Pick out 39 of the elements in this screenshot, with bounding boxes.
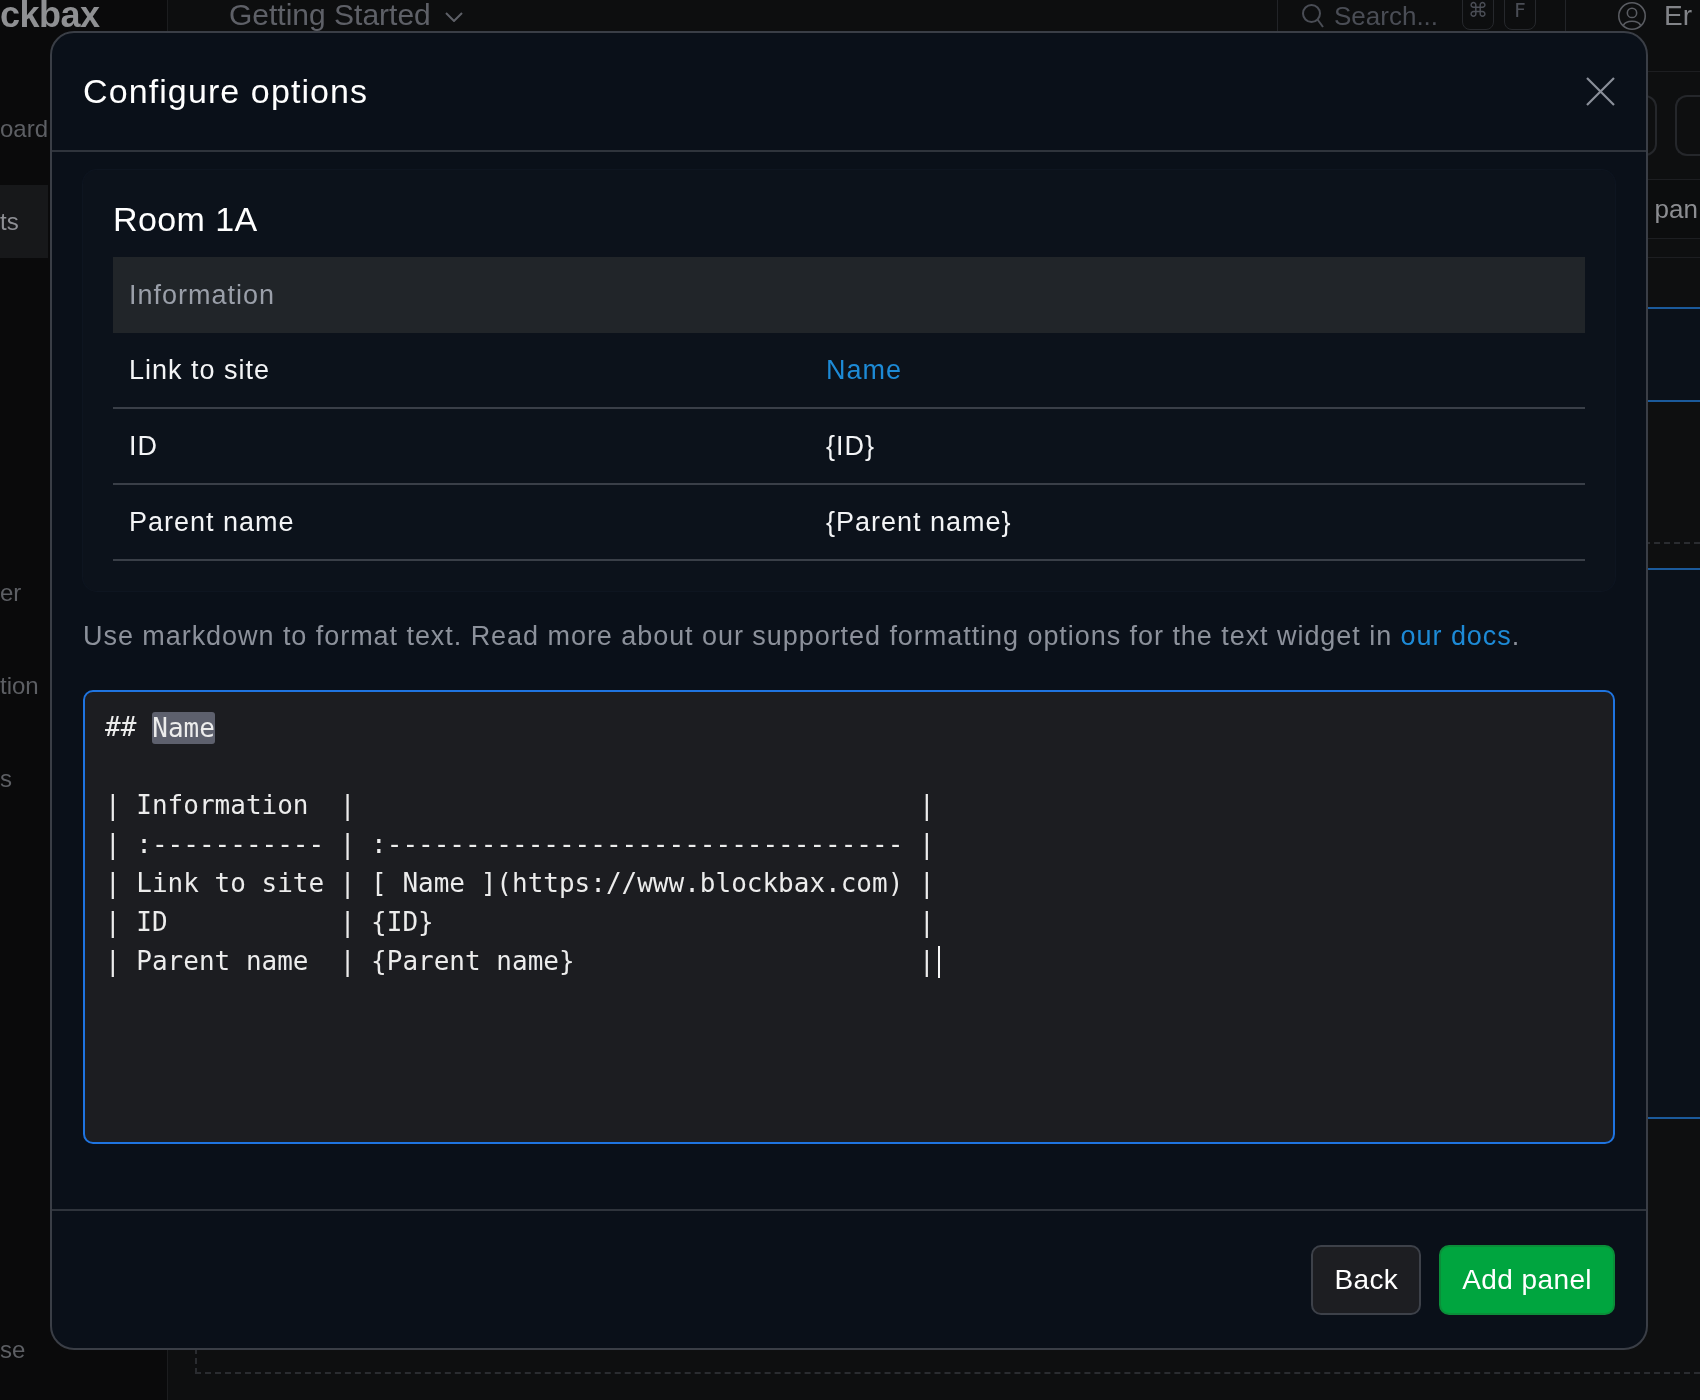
sidebar-item[interactable]: tion [0, 649, 48, 722]
app-logo[interactable]: ckbax [0, 0, 100, 30]
tab-label[interactable]: pan [1654, 193, 1698, 225]
close-icon [1586, 77, 1615, 106]
table-cell: {ID} [826, 430, 876, 462]
selected-text: Name [152, 711, 215, 744]
editor-line: | Parent name | {Parent name} | [105, 945, 935, 979]
editor-line: | ID | {ID} | [105, 906, 935, 940]
site-link[interactable]: Name [826, 354, 903, 386]
chevron-down-icon[interactable] [444, 12, 463, 22]
markdown-editor[interactable]: ## Name | Information | | | :----------- | :--------------------------------- | | Link to site | [ Name ](https://www.blockbax.com) | | ID | {ID} | | Parent name | {Parent name} | [83, 690, 1615, 1144]
table-cell: Link to site [129, 354, 271, 386]
table-cell: {Parent name} [826, 506, 1012, 538]
add-panel-button[interactable]: Add panel [1439, 1244, 1615, 1315]
sidebar-item[interactable]: se [0, 1313, 48, 1386]
user-avatar-icon[interactable] [1618, 2, 1646, 30]
preview-heading: Room 1A [113, 200, 259, 238]
search-field[interactable]: Search... [1334, 2, 1452, 30]
sidebar-item[interactable]: s [0, 742, 48, 815]
heading-marker: ## [105, 711, 137, 744]
close-button[interactable] [1586, 77, 1615, 106]
help-text: Use markdown to format text. Read more about our supported formatting options for the text widget in our docs. [83, 621, 1522, 651]
back-button[interactable]: Back [1311, 1244, 1422, 1315]
sidebar-item[interactable]: oard [0, 92, 48, 165]
editor-line: | :----------- | :--------------------------------- | [105, 828, 935, 862]
table-header: Information [113, 257, 1585, 333]
search-icon [1302, 4, 1324, 28]
table-cell: Parent name [129, 506, 295, 538]
dialog-title: Configure options [83, 72, 369, 111]
shortcut-key: F [1504, 0, 1536, 30]
shortcut-key: ⌘ [1462, 0, 1494, 30]
page-title[interactable]: Getting Started [229, 0, 431, 29]
sidebar-item[interactable]: ts [0, 185, 48, 258]
editor-line: | Link to site | [ Name ](https://www.blockbax.com) | [105, 867, 935, 901]
sidebar-item[interactable]: er [0, 556, 48, 629]
table-cell: ID [129, 430, 158, 462]
user-name[interactable]: Er [1664, 2, 1692, 30]
docs-link[interactable]: our docs [1400, 621, 1512, 651]
editor-line: | Information | | [105, 789, 935, 823]
